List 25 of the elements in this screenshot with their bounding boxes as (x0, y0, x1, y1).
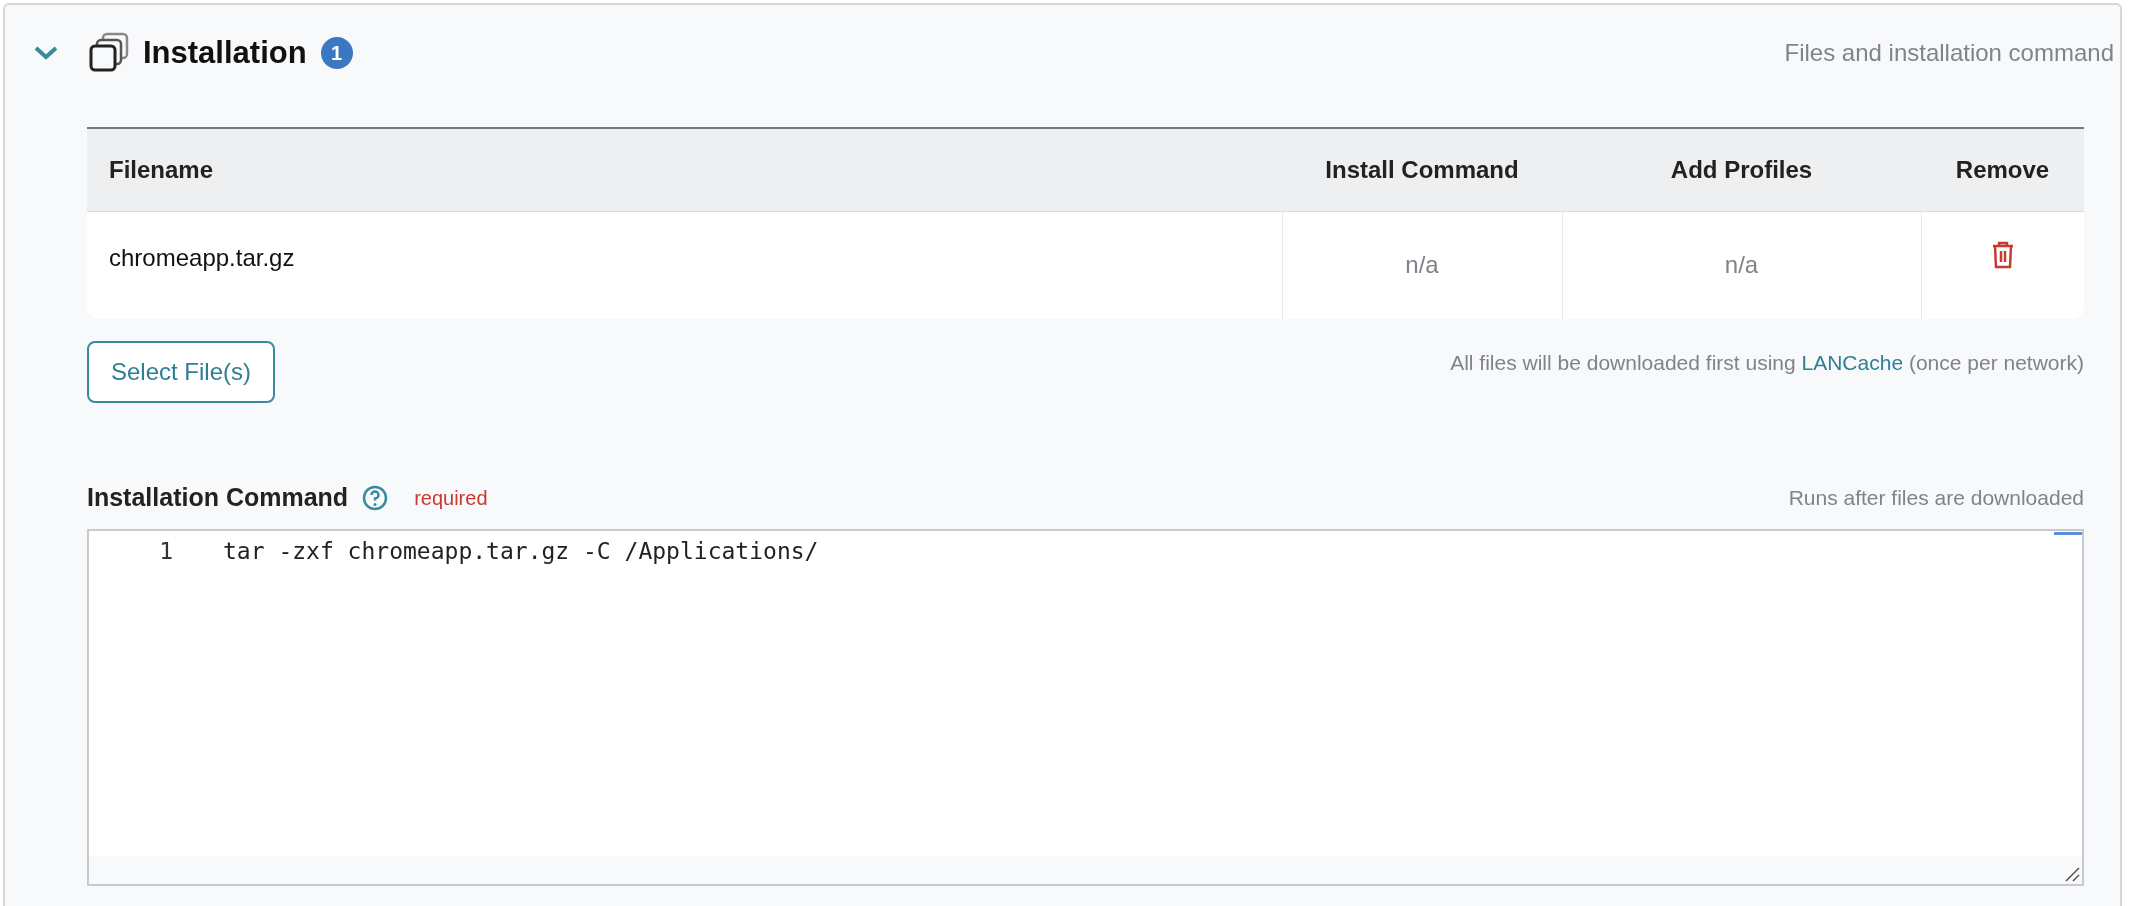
install-command-cell: n/a (1282, 211, 1562, 319)
section-subtitle: Files and installation command (1784, 38, 2114, 68)
column-header: Install Command (1282, 128, 1562, 211)
line-number: 1 (158, 537, 173, 567)
column-header: Remove (1921, 128, 2084, 211)
code-editor[interactable]: 1 tar -zxf chromeapp.tar.gz -C /Applications/ (87, 528, 2084, 886)
chevron-icon[interactable] (33, 45, 59, 61)
filename-cell: chromeapp.tar.gz (87, 211, 1282, 319)
scroll-indicator (2054, 531, 2082, 535)
lancache-link[interactable]: LANCache (1801, 351, 1904, 374)
help-icon[interactable] (362, 484, 389, 511)
field-hint: Runs after files are downloaded (1788, 485, 2084, 511)
trash-icon[interactable] (1990, 240, 2015, 269)
download-note: All files will be downloaded first using LANCache (once per network) (1450, 350, 2084, 376)
required-label: required (414, 485, 488, 511)
resize-handle-icon[interactable] (2064, 865, 2080, 882)
code-line: tar -zxf chromeapp.tar.gz -C /Applications/ (223, 537, 819, 567)
select-files-button[interactable]: Select File(s) (87, 341, 276, 403)
section-title: Installation (143, 33, 307, 72)
add-profiles-cell: n/a (1562, 211, 1921, 319)
column-header: Add Profiles (1562, 128, 1921, 211)
count-badge: 1 (320, 37, 353, 69)
field-label: Installation Command (87, 482, 349, 513)
column-header: Filename (87, 128, 1282, 211)
stacked-squares-icon (89, 32, 131, 74)
